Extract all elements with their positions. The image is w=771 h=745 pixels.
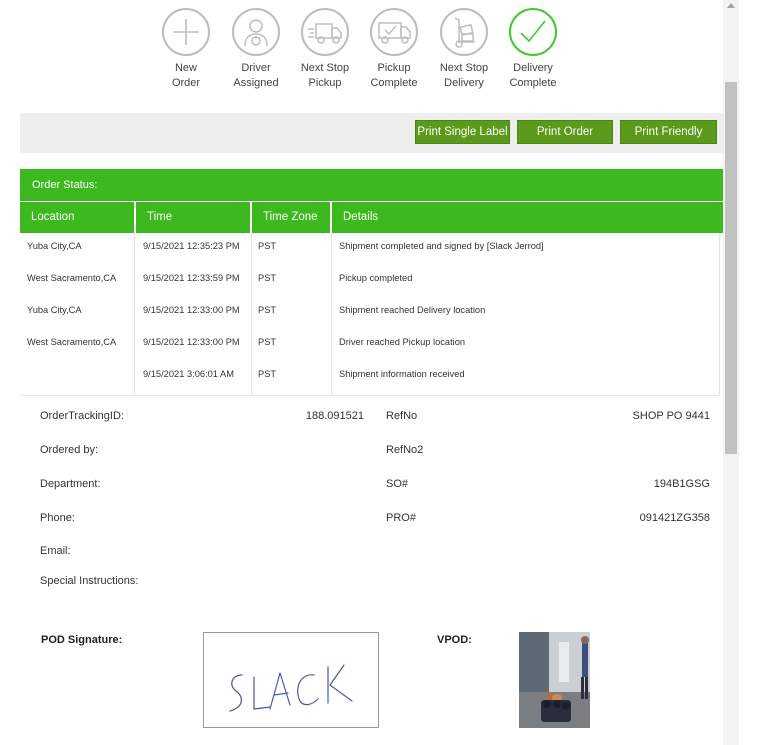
- step-label: New Order: [171, 62, 201, 89]
- department-label: Department:: [40, 478, 101, 490]
- vpod-photo[interactable]: [519, 632, 590, 728]
- print-single-label-button[interactable]: Print Single Label: [415, 120, 510, 144]
- cell-details: Shipment completed and signed by [Slack …: [339, 241, 544, 251]
- step-label: Delivery Complete: [509, 62, 557, 89]
- phone-label: Phone:: [40, 512, 75, 524]
- checkmark-icon: [509, 8, 557, 56]
- order-status-table: Yuba City,CA 9/15/2021 12:35:23 PM PST S…: [20, 233, 720, 396]
- cell-time: 9/15/2021 3:06:01 AM: [143, 369, 234, 379]
- column-divider: [134, 233, 135, 395]
- special-instructions-label: Special Instructions:: [40, 575, 139, 587]
- order-tracking-id-label: OrderTrackingID:: [40, 410, 124, 422]
- scroll-up-arrow-icon[interactable]: [727, 3, 735, 8]
- column-header-time-zone[interactable]: Time Zone: [252, 202, 330, 233]
- cell-time-zone: PST: [258, 241, 277, 251]
- cell-time: 9/15/2021 12:35:23 PM: [143, 241, 240, 251]
- step-label: Next Stop Pickup: [300, 62, 350, 89]
- print-order-button[interactable]: Print Order: [517, 120, 613, 144]
- cell-time: 9/15/2021 12:33:00 PM: [143, 305, 240, 315]
- step-next-stop-delivery: Next Stop Delivery: [429, 8, 499, 91]
- refno-label: RefNo: [386, 410, 418, 422]
- cell-details: Driver reached Pickup location: [339, 337, 466, 347]
- cell-time-zone: PST: [258, 273, 277, 283]
- column-header-time[interactable]: Time: [136, 202, 250, 233]
- cell-details: Pickup completed: [339, 273, 413, 283]
- driver-icon: [232, 8, 280, 56]
- step-driver-assigned: Driver Assigned: [221, 8, 291, 91]
- refno-value: SHOP PO 9441: [632, 410, 710, 422]
- column-header-details[interactable]: Details: [332, 202, 723, 233]
- hand-truck-icon: [440, 8, 488, 56]
- step-next-stop-pickup: Next Stop Pickup: [290, 8, 360, 91]
- cell-location: Yuba City,CA: [27, 305, 82, 315]
- cell-time-zone: PST: [258, 337, 277, 347]
- step-label: Pickup Complete: [370, 62, 418, 89]
- scrollbar-thumb[interactable]: [725, 82, 737, 454]
- step-label: Next Stop Delivery: [439, 62, 489, 89]
- refno2-label: RefNo2: [386, 444, 424, 456]
- step-delivery-complete: Delivery Complete: [498, 8, 568, 91]
- cell-details: Shipment information received: [339, 369, 465, 379]
- moving-truck-icon: [301, 8, 349, 56]
- step-pickup-complete: Pickup Complete: [359, 8, 429, 91]
- column-divider: [719, 233, 720, 395]
- order-tracking-id-value: 188.091521: [305, 410, 364, 422]
- order-details: OrderTrackingID: 188.091521 RefNo SHOP P…: [0, 400, 723, 600]
- vertical-scrollbar[interactable]: [723, 0, 739, 745]
- order-status-header: Order Status:: [20, 169, 723, 201]
- cell-time-zone: PST: [258, 369, 277, 379]
- column-divider: [331, 233, 332, 395]
- pro-label: PRO#: [386, 512, 416, 524]
- so-value: 194B1GSG: [653, 478, 710, 490]
- cell-time: 9/15/2021 12:33:00 PM: [143, 337, 240, 347]
- email-label: Email:: [40, 545, 71, 557]
- column-divider: [251, 233, 252, 395]
- cell-time-zone: PST: [258, 305, 277, 315]
- vpod-label: VPOD:: [437, 634, 472, 646]
- column-header-location[interactable]: Location: [20, 202, 134, 233]
- pod-signature-label: POD Signature:: [41, 634, 123, 646]
- print-friendly-button[interactable]: Print Friendly: [620, 120, 717, 144]
- cell-location: West Sacramento,CA: [27, 337, 117, 347]
- order-progress-steps: New Order Driver Assigned Next Stop Pick…: [150, 8, 570, 108]
- cell-location: West Sacramento,CA: [27, 273, 117, 283]
- step-new-order: New Order: [151, 8, 221, 91]
- print-toolbar: Print Single Label Print Order Print Fri…: [20, 113, 723, 153]
- ordered-by-label: Ordered by:: [40, 444, 99, 456]
- cell-time: 9/15/2021 12:33:59 PM: [143, 273, 240, 283]
- so-label: SO#: [386, 478, 409, 490]
- pro-value: 091421ZG358: [639, 512, 710, 524]
- truck-check-icon: [370, 8, 418, 56]
- cell-details: Shipment reached Delivery location: [339, 305, 486, 315]
- signature-image[interactable]: [203, 632, 379, 728]
- cell-location: Yuba City,CA: [27, 241, 82, 251]
- plus-icon: [162, 8, 210, 56]
- step-label: Driver Assigned: [233, 62, 279, 89]
